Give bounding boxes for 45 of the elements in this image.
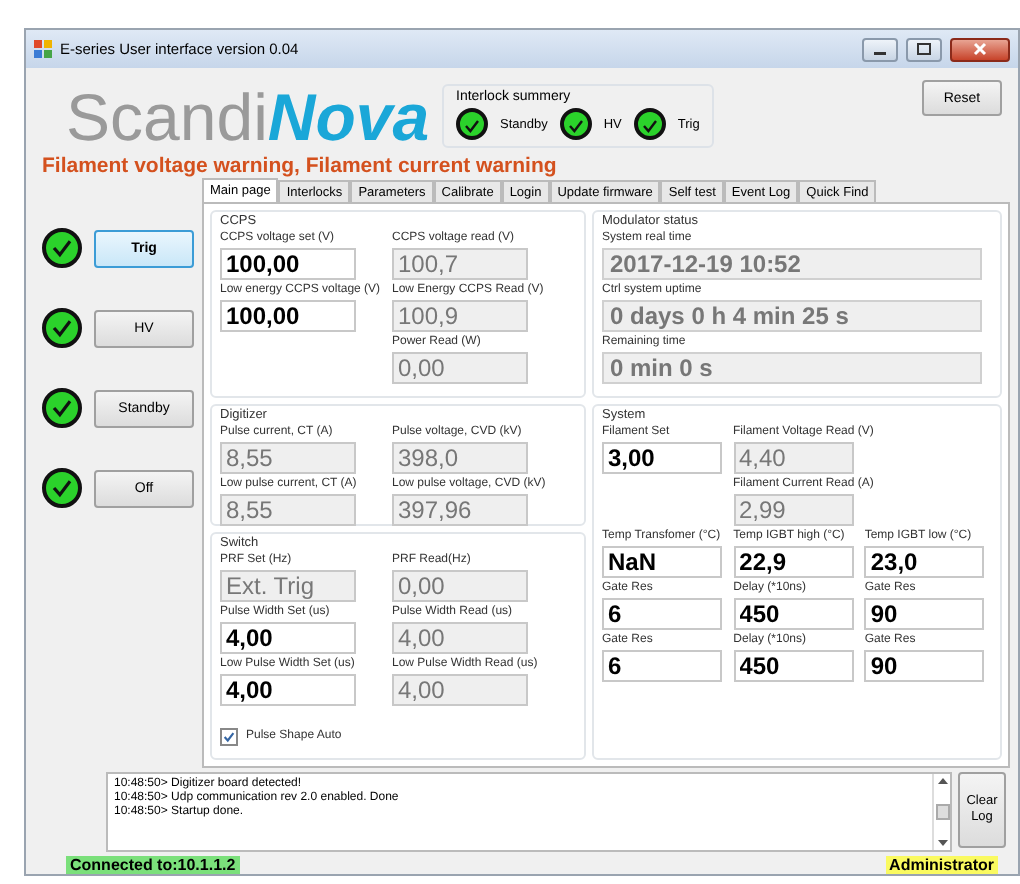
input-field[interactable]: 450 [733, 650, 854, 683]
input-field[interactable]: 100,00 [220, 248, 356, 280]
checkbox[interactable] [220, 727, 238, 746]
readout-value: 0,00 [392, 570, 528, 603]
input-field[interactable]: 4,00 [220, 674, 356, 707]
readout-value: 397,96 [392, 494, 528, 527]
readout-value: 4,00 [392, 622, 528, 655]
close-button[interactable] [950, 37, 1010, 61]
input-field[interactable]: 3,00 [602, 442, 722, 475]
readout-value: 8,55 [220, 442, 356, 475]
readout-value: 0 min 0 s [602, 352, 982, 384]
input-field[interactable]: NaN [602, 546, 722, 579]
close-icon [972, 42, 988, 56]
readout-value: 8,55 [220, 494, 356, 527]
logo: ScandiNova [66, 84, 432, 152]
input-field[interactable]: 4,00 [220, 622, 356, 655]
readout-value: 398,0 [392, 442, 528, 475]
readout-value: 100,7 [392, 248, 528, 280]
user-role: Administrator [885, 856, 998, 874]
scrollbar[interactable] [932, 774, 950, 850]
scroll-up-arrow-icon[interactable] [937, 778, 947, 784]
app-icon [34, 40, 52, 58]
input-field[interactable]: 450 [733, 598, 854, 631]
readout-value: 4,00 [392, 674, 528, 707]
readout-value: 0 days 0 h 4 min 25 s [602, 300, 982, 332]
input-field[interactable]: 6 [602, 650, 722, 683]
readout-value: 100,9 [392, 300, 528, 332]
readout-value: 2,99 [733, 494, 853, 527]
input-field[interactable]: 100,00 [220, 300, 356, 332]
scroll-down-arrow-icon[interactable] [937, 840, 947, 846]
input-field[interactable]: 23,0 [864, 546, 985, 579]
maximize-icon [916, 42, 932, 56]
readout-value: 2017-12-19 10:52 [602, 248, 982, 280]
input-field[interactable]: 6 [602, 598, 722, 631]
readout-value: 0,00 [392, 352, 528, 384]
input-field[interactable]: 90 [864, 598, 985, 631]
scroll-thumb[interactable] [935, 804, 949, 820]
warning-text: Filament voltage warning, Filament current warning [42, 152, 557, 180]
connection-status: Connected to:10.1.1.2 [66, 856, 240, 874]
input-field[interactable]: 90 [864, 650, 985, 683]
readout-value: 4,40 [733, 442, 853, 475]
input-field[interactable]: 22,9 [733, 546, 854, 579]
readout-value: Ext. Trig [220, 570, 356, 603]
minimize-button[interactable] [862, 37, 898, 61]
maximize-button[interactable] [906, 37, 942, 61]
